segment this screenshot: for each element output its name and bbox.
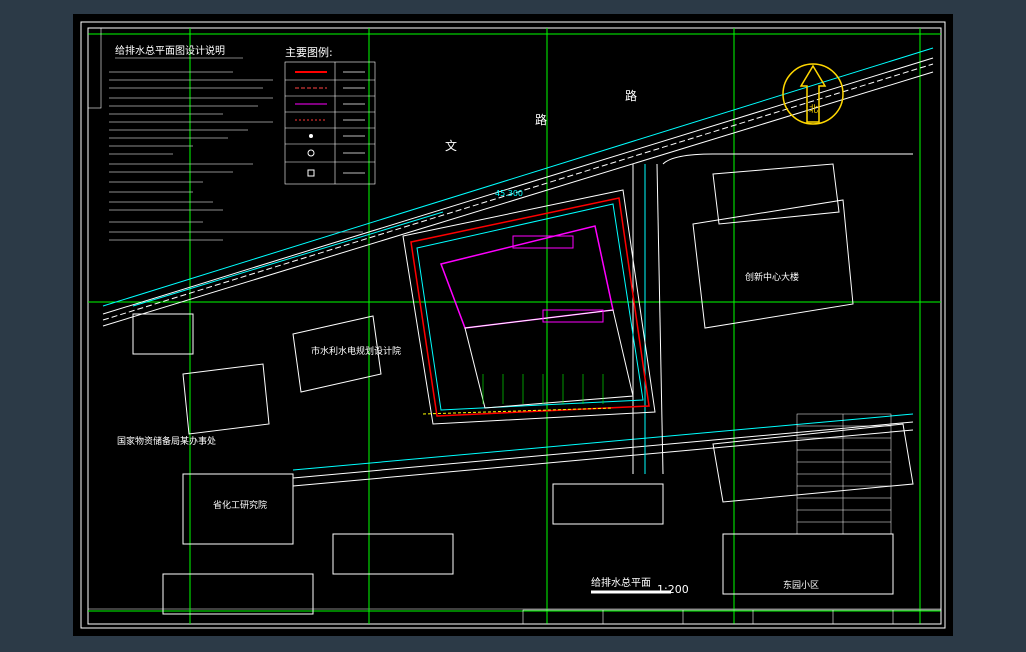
site-plan-drawing: 给排水总平面图设计说明 主要图例: 文 路 路 45.300 创新中心大楼 市水…	[80, 21, 946, 629]
main-site: 45.300	[402, 189, 656, 425]
west-buildings	[132, 313, 914, 615]
east-building-block: 创新中心大楼	[692, 163, 854, 329]
scale-label: 1:200	[657, 583, 689, 596]
legend-title: 主要图例:	[285, 45, 333, 59]
street-label-1: 文	[445, 138, 457, 153]
label-southeast-district: 东园小区	[783, 579, 819, 591]
label-west-building: 市水利水电规划设计院	[311, 345, 401, 357]
compass-label: 北	[809, 104, 818, 115]
title-block	[522, 609, 942, 625]
dimension-label: 45.300	[495, 189, 523, 198]
compass-icon: 北	[782, 63, 844, 125]
legend-block: 主要图例:	[284, 45, 376, 185]
main-title-block: 给排水总平面 1:200	[591, 576, 689, 596]
notes-title: 给排水总平面图设计说明	[115, 44, 225, 57]
street-label-2: 路	[535, 112, 547, 127]
right-data-table	[796, 413, 892, 535]
notes-text-lines	[109, 71, 363, 241]
building-outline-south	[464, 309, 634, 409]
grid-lines	[88, 28, 941, 624]
design-notes-block: 给排水总平面图设计说明	[87, 27, 363, 241]
label-southwest-office: 国家物资储备局某办事处	[117, 435, 216, 447]
main-title: 给排水总平面	[591, 576, 651, 589]
cad-viewport[interactable]: 给排水总平面图设计说明 主要图例: 文 路 路 45.300 创新中心大楼 市水…	[73, 14, 953, 636]
street-label-3: 路	[625, 88, 637, 103]
drawing-frame-inner	[87, 27, 942, 625]
label-southwest-lab: 省化工研究院	[213, 499, 267, 511]
label-east-large: 创新中心大楼	[745, 271, 799, 283]
